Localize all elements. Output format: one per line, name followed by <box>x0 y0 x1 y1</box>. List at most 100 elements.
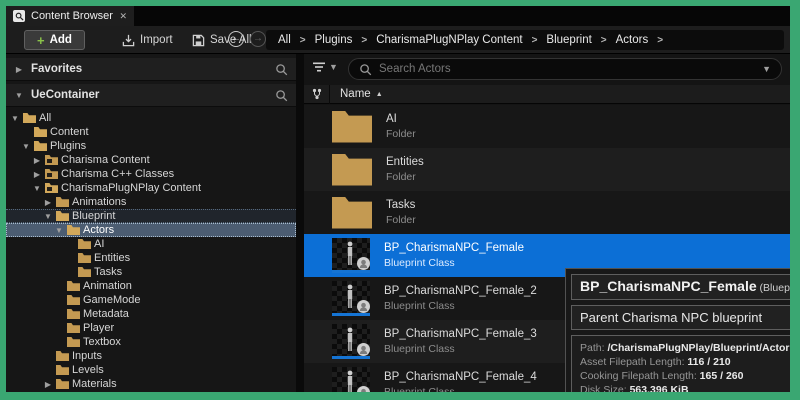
tree-item-metadata[interactable]: Metadata <box>6 307 296 321</box>
plugin-folder-icon <box>45 155 58 165</box>
section-label: Favorites <box>31 63 83 75</box>
breadcrumb-item-plugins[interactable]: Plugins <box>315 34 353 46</box>
tree-item-label: Textbox <box>83 336 121 348</box>
tree-item-actors[interactable]: ▼ Actors <box>6 223 296 237</box>
tree-item-tasks[interactable]: Tasks <box>6 265 296 279</box>
tree-item-charisma-content[interactable]: ▶ Charisma Content <box>6 153 296 167</box>
close-icon[interactable]: ✕ <box>119 11 127 22</box>
tree-item-label: CharismaPlugNPlay Content <box>61 182 202 194</box>
tree-item-label: Animation <box>83 280 132 292</box>
breadcrumb-item-blueprint[interactable]: Blueprint <box>546 34 591 46</box>
forward-button[interactable]: → <box>250 31 266 47</box>
tab-content-browser[interactable]: Content Browser ✕ <box>6 6 134 26</box>
search-icon[interactable] <box>275 63 288 76</box>
list-header: Name ▲ <box>304 84 790 104</box>
content-browser-window: Content Browser ✕ + Add Import Save All … <box>0 0 800 400</box>
breadcrumb-item-actors[interactable]: Actors <box>616 34 649 46</box>
breadcrumb-separator-icon: > <box>600 34 607 46</box>
tree-item-entities[interactable]: Entities <box>6 251 296 265</box>
tree-item-all[interactable]: ▼ All <box>6 111 296 125</box>
tree-item-ai[interactable]: AI <box>6 237 296 251</box>
chevron-down-icon[interactable]: ▼ <box>762 64 771 74</box>
tree-item-plugins[interactable]: ▼ Plugins <box>6 139 296 153</box>
asset-row-tasks-folder[interactable]: Tasks Folder <box>304 191 790 234</box>
tree-item-materials[interactable]: ▶ Materials <box>6 377 296 391</box>
search-input[interactable]: Search Actors ▼ <box>348 58 782 80</box>
asset-type: Folder <box>386 171 416 183</box>
blueprint-thumbnail <box>332 238 370 273</box>
tab-title: Content Browser <box>31 10 113 22</box>
sidebar-section-favorites[interactable]: ▶ Favorites <box>6 58 296 81</box>
panel-divider[interactable] <box>296 54 304 392</box>
folder-open-icon <box>34 141 47 151</box>
asset-name: Entities <box>386 156 424 168</box>
folder-thumbnail-icon <box>332 196 372 229</box>
tree-item-levels[interactable]: Levels <box>6 363 296 377</box>
sort-ascending-icon: ▲ <box>375 90 383 98</box>
tree-item-textbox[interactable]: Textbox <box>6 335 296 349</box>
folder-thumbnail-icon <box>332 153 372 186</box>
tree-item-animations[interactable]: ▶ Animations <box>6 195 296 209</box>
tree-item-content[interactable]: Content <box>6 125 296 139</box>
hierarchy-icon[interactable] <box>304 84 330 104</box>
plus-icon: + <box>37 32 45 48</box>
search-row: ▼ Search Actors ▼ <box>304 58 790 81</box>
tree-item-charisma-cpp-classes[interactable]: ▶ Charisma C++ Classes <box>6 167 296 181</box>
tree-item-blueprint[interactable]: ▼ Blueprint <box>6 209 296 223</box>
sidebar-section-uecontainer[interactable]: ▼ UeContainer <box>6 84 296 107</box>
search-icon <box>359 63 372 76</box>
expander-icon[interactable]: ▼ <box>21 142 31 151</box>
tree-item-charismaplugnplay-content[interactable]: ▼ CharismaPlugNPlay Content <box>6 181 296 195</box>
expander-icon[interactable]: ▶ <box>32 170 42 179</box>
tree-item-inputs[interactable]: Inputs <box>6 349 296 363</box>
search-icon[interactable] <box>275 89 288 102</box>
filter-button[interactable]: ▼ <box>312 61 338 73</box>
blueprint-thumbnail <box>332 367 370 392</box>
tooltip-fields: Path: /CharismaPlugNPlay/Blueprint/Actor… <box>571 335 790 392</box>
tooltip-field-asset-filepath-length: Asset Filepath Length: 116 / 210 <box>580 356 731 368</box>
expander-icon[interactable]: ▼ <box>54 226 64 235</box>
asset-type: Blueprint Class <box>384 386 455 392</box>
asset-name: BP_CharismaNPC_Female_2 <box>384 285 537 297</box>
folder-icon <box>78 253 91 263</box>
tree-item-label: AI <box>94 238 105 250</box>
asset-name: BP_CharismaNPC_Female_3 <box>384 328 537 340</box>
asset-type: Folder <box>386 214 416 226</box>
import-button[interactable]: Import <box>122 30 173 50</box>
asset-type: Blueprint Class <box>384 257 455 269</box>
expander-icon[interactable]: ▼ <box>14 91 24 100</box>
breadcrumb-separator-icon: > <box>361 34 368 46</box>
character-figure-icon <box>347 327 353 351</box>
expander-icon[interactable]: ▼ <box>10 114 20 123</box>
back-arrow-icon: ← <box>231 33 241 44</box>
breadcrumb-separator-icon: > <box>531 34 538 46</box>
expander-icon[interactable]: ▶ <box>43 380 53 389</box>
parent-class-badge-icon <box>357 386 370 392</box>
search-placeholder: Search Actors <box>379 63 451 75</box>
folder-open-icon <box>23 113 36 123</box>
folder-open-icon <box>34 127 47 137</box>
back-button[interactable]: ← <box>228 31 244 47</box>
expander-icon[interactable]: ▶ <box>32 156 42 165</box>
breadcrumb-item-charismaplugnplay-content[interactable]: CharismaPlugNPlay Content <box>376 34 522 46</box>
expander-icon[interactable]: ▼ <box>43 212 53 221</box>
folder-icon <box>56 351 69 361</box>
asset-tooltip: BP_CharismaNPC_Female (Blueprint Class) … <box>565 268 790 392</box>
tree-item-animation[interactable]: Animation <box>6 279 296 293</box>
tree-item-gamemode[interactable]: GameMode <box>6 293 296 307</box>
expander-icon[interactable]: ▶ <box>43 198 53 207</box>
add-button[interactable]: + Add <box>24 30 85 50</box>
asset-row-ai-folder[interactable]: AI Folder <box>304 105 790 148</box>
expander-icon[interactable]: ▶ <box>14 65 24 74</box>
asset-name: BP_CharismaNPC_Female <box>384 242 524 254</box>
expander-icon[interactable]: ▼ <box>32 184 42 193</box>
tree-item-label: Player <box>83 322 115 334</box>
asset-name: AI <box>386 113 397 125</box>
column-header-name[interactable]: Name ▲ <box>340 88 383 100</box>
folder-thumbnail-icon <box>332 110 372 143</box>
tree-item-player[interactable]: Player <box>6 321 296 335</box>
breadcrumb-item-all[interactable]: All <box>278 34 291 46</box>
asset-row-entities-folder[interactable]: Entities Folder <box>304 148 790 191</box>
tree-item-label: Plugins <box>50 140 87 152</box>
tree-item-label: Metadata <box>83 308 129 320</box>
